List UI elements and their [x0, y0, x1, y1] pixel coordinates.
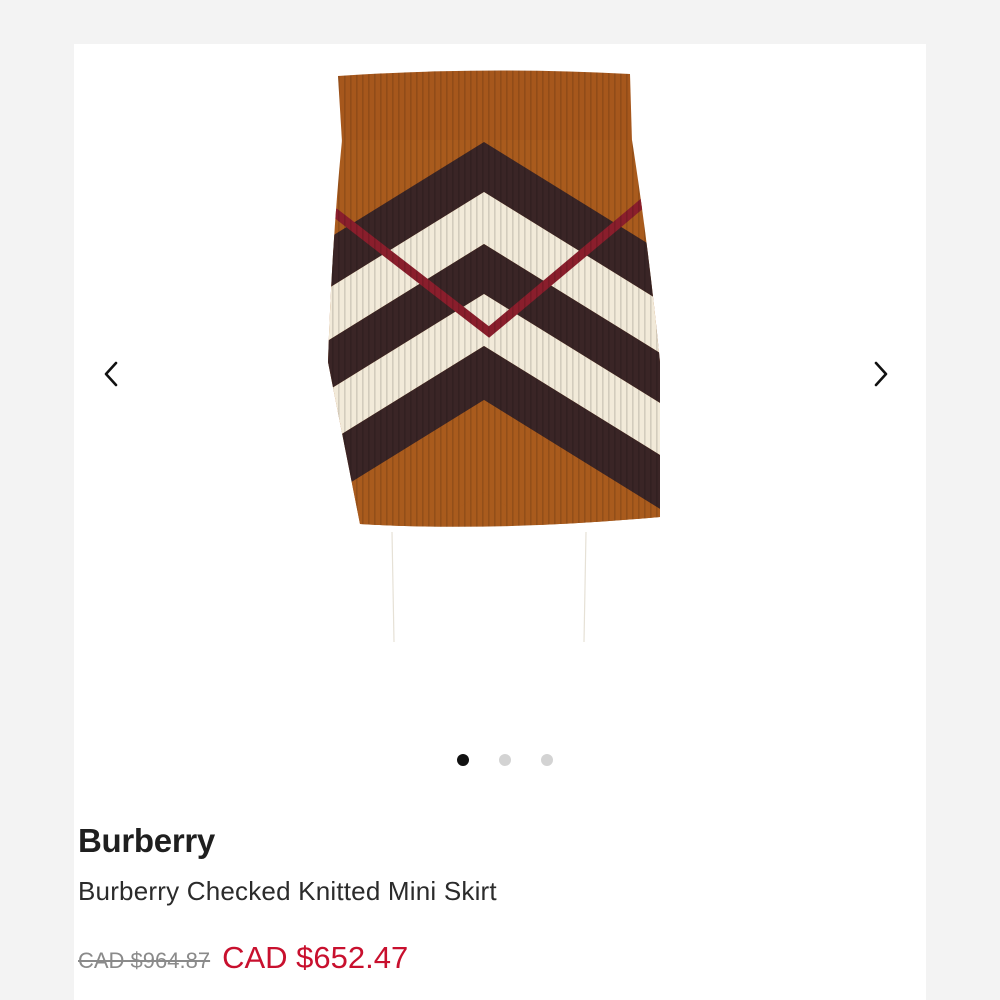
- price-row: CAD $964.87 CAD $652.47: [78, 940, 408, 976]
- chevron-left-icon: [104, 361, 118, 387]
- carousel-next-button[interactable]: [860, 354, 900, 394]
- product-image-carousel[interactable]: [74, 44, 926, 734]
- original-price: CAD $964.87: [78, 948, 211, 973]
- carousel-dot-2[interactable]: [499, 754, 511, 766]
- carousel-prev-button[interactable]: [92, 354, 132, 394]
- carousel-dot-3[interactable]: [541, 754, 553, 766]
- carousel-pagination: [74, 752, 926, 768]
- carousel-dot-1[interactable]: [457, 754, 469, 766]
- product-image: [328, 70, 660, 643]
- product-title: Burberry Checked Knitted Mini Skirt: [78, 876, 497, 906]
- chevron-right-icon: [874, 361, 888, 387]
- product-card: Burberry Burberry Checked Knitted Mini S…: [74, 44, 926, 1000]
- brand-name[interactable]: Burberry: [78, 822, 215, 860]
- sale-price: CAD $652.47: [222, 940, 409, 975]
